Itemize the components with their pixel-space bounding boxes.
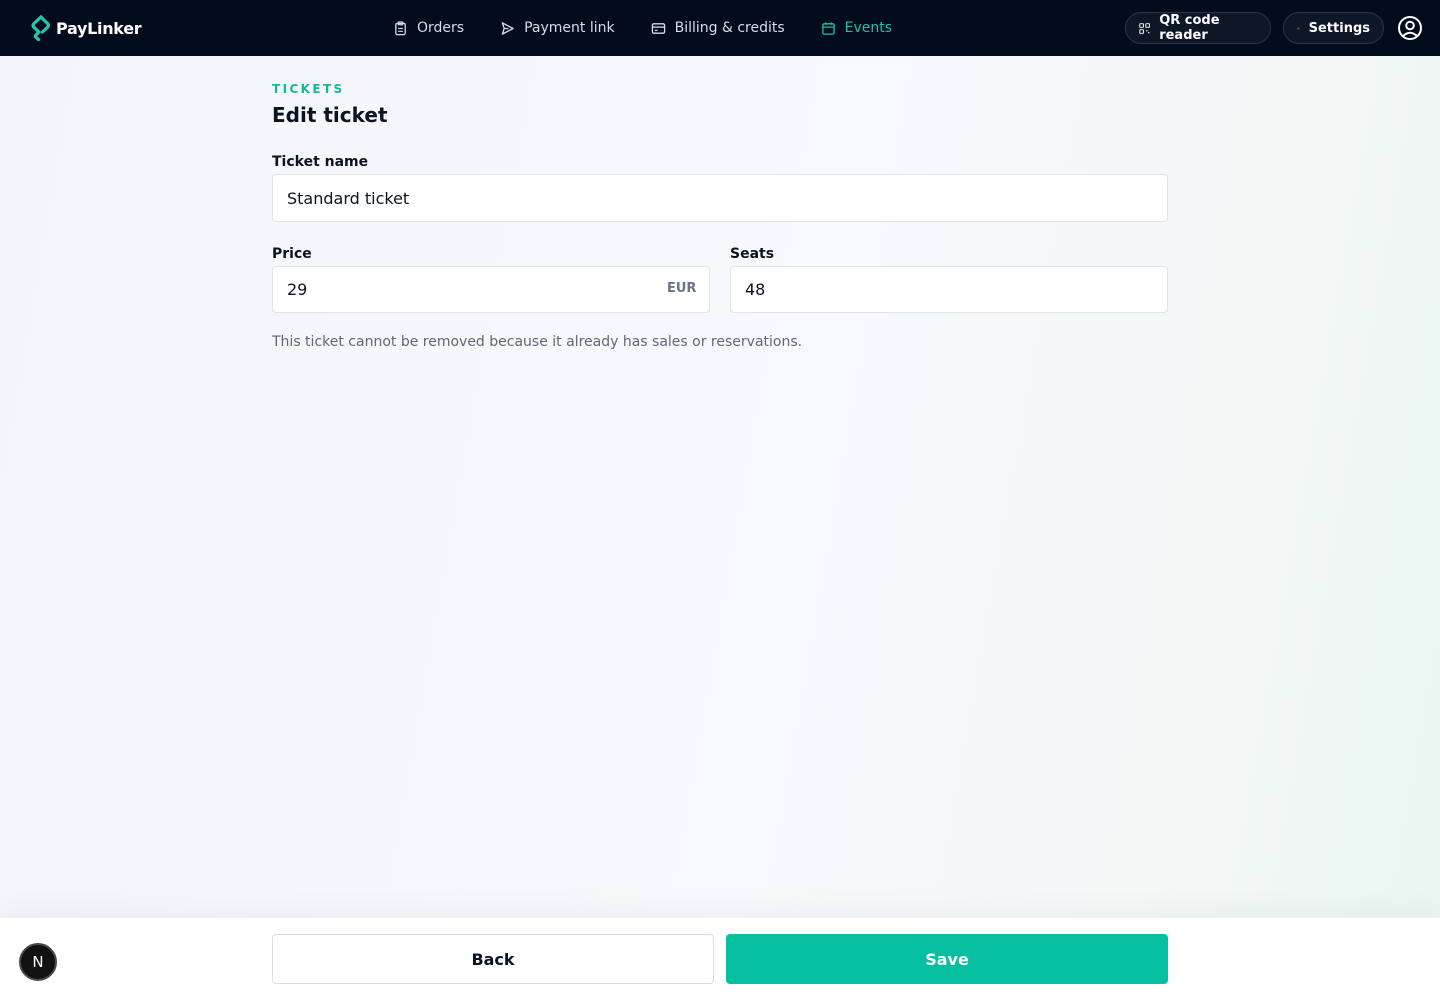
clipboard-icon [395, 20, 406, 35]
dev-badge-letter: N [32, 953, 44, 971]
settings-button[interactable]: Settings [1283, 12, 1384, 44]
app-name: PayLinker [56, 18, 142, 38]
back-button[interactable]: Back [272, 934, 714, 984]
gear-icon [1297, 26, 1300, 30]
nav-item-orders[interactable]: Orders [393, 20, 464, 36]
nav-item-payment-link[interactable]: Payment link [500, 20, 615, 36]
page-title: Edit ticket [272, 103, 388, 127]
save-button[interactable]: Save [726, 934, 1168, 984]
top-navigation-bar: PayLinker Orders Payment link Billing & … [0, 0, 1440, 56]
calendar-icon [821, 21, 835, 35]
ticket-name-label: Ticket name [272, 154, 369, 170]
form-footer [0, 917, 1440, 1000]
user-account-icon[interactable] [1397, 15, 1423, 41]
app-logo[interactable]: PayLinker [30, 15, 142, 41]
nav-item-label: Orders [417, 20, 465, 36]
qr-code-reader-button[interactable]: QR code reader [1125, 12, 1271, 44]
seats-label: Seats [730, 246, 775, 262]
main-nav: Orders Payment link Billing & credits Ev… [393, 0, 928, 56]
qr-code-reader-label: QR code reader [1159, 13, 1220, 43]
credit-card-icon [651, 22, 665, 34]
price-currency-suffix: EUR [667, 281, 697, 296]
nav-item-label: Payment link [524, 20, 615, 36]
section-label: TICKETS [272, 82, 345, 96]
removal-notice: This ticket cannot be removed because it… [272, 334, 803, 350]
seats-input[interactable] [730, 266, 1168, 313]
dev-tools-badge[interactable]: N [19, 943, 57, 981]
send-icon [501, 21, 514, 35]
ticket-name-input[interactable] [272, 174, 1168, 222]
nav-item-billing-credits[interactable]: Billing & credits [651, 20, 785, 36]
nav-item-label: Billing & credits [674, 20, 785, 36]
qr-code-icon [1139, 22, 1150, 34]
price-input[interactable] [272, 266, 710, 313]
nav-item-label: Events [844, 20, 893, 36]
settings-label: Settings [1308, 20, 1370, 36]
price-label: Price [272, 246, 312, 262]
nav-item-events[interactable]: Events [821, 20, 892, 36]
paylinker-logo-icon [31, 15, 50, 41]
